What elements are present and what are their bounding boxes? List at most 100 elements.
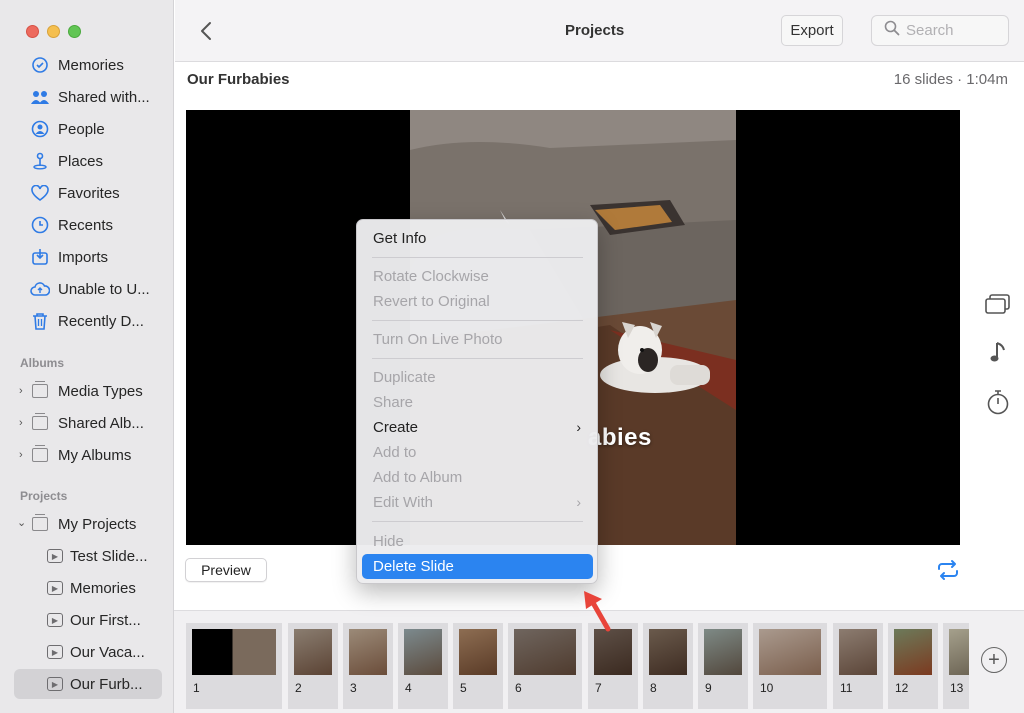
trash-icon bbox=[30, 311, 50, 331]
slide-number: 4 bbox=[405, 681, 412, 695]
sidebar-item-favorites[interactable]: Favorites bbox=[14, 178, 162, 208]
sidebar-item-label: Test Slide... bbox=[70, 547, 148, 565]
sidebar-item-recents[interactable]: Recents bbox=[14, 210, 162, 240]
sidebar-item-label: Our Furb... bbox=[70, 675, 143, 693]
sidebar: Memories Shared with... People Places Fa… bbox=[0, 0, 174, 713]
sidebar-item-unable-to-upload[interactable]: Unable to U... bbox=[14, 274, 162, 304]
chevron-right-icon[interactable]: › bbox=[19, 417, 23, 429]
slide-thumbnail[interactable]: 10 bbox=[753, 623, 827, 709]
sidebar-item-shared-albums[interactable]: › Shared Alb... bbox=[14, 408, 162, 438]
sidebar-item-label: Recents bbox=[58, 216, 114, 234]
menu-item-label: Share bbox=[373, 394, 414, 411]
slide-thumbnail[interactable]: 3 bbox=[343, 623, 393, 709]
preview-button[interactable]: Preview bbox=[185, 558, 267, 582]
zoom-window-button[interactable] bbox=[68, 25, 81, 38]
sidebar-item-my-projects[interactable]: ⌄ My Projects bbox=[14, 509, 162, 539]
music-button[interactable] bbox=[984, 339, 1012, 367]
menu-item-create[interactable]: Create › bbox=[362, 415, 593, 440]
menu-item-share[interactable]: Share bbox=[362, 390, 593, 415]
menu-item-hide[interactable]: Hide bbox=[362, 529, 593, 554]
chevron-right-icon[interactable]: › bbox=[19, 385, 23, 397]
stopwatch-icon bbox=[987, 390, 1009, 415]
slide-thumbnail[interactable]: 5 bbox=[453, 623, 503, 709]
slide-number: 13 bbox=[950, 681, 964, 695]
plus-icon: + bbox=[988, 649, 1000, 671]
slide-thumbnail[interactable]: 8 bbox=[643, 623, 693, 709]
slide-thumbnail[interactable]: 11 bbox=[833, 623, 883, 709]
slide-number: 5 bbox=[460, 681, 467, 695]
menu-separator bbox=[372, 358, 583, 359]
sidebar-item-media-types[interactable]: › Media Types bbox=[14, 376, 162, 406]
duration-button[interactable] bbox=[984, 388, 1012, 416]
sidebar-item-recently-deleted[interactable]: Recently D... bbox=[14, 306, 162, 336]
menu-separator bbox=[372, 521, 583, 522]
menu-item-delete-slide[interactable]: Delete Slide bbox=[362, 554, 593, 579]
menu-item-add-to[interactable]: Add to bbox=[362, 440, 593, 465]
slide-number: 8 bbox=[650, 681, 657, 695]
sidebar-item-places[interactable]: Places bbox=[14, 146, 162, 176]
menu-item-revert-to-original[interactable]: Revert to Original bbox=[362, 289, 593, 314]
sidebar-item-shared-with-you[interactable]: Shared with... bbox=[14, 82, 162, 112]
sidebar-item-imports[interactable]: Imports bbox=[14, 242, 162, 272]
shared-with-you-icon bbox=[30, 87, 50, 107]
menu-separator bbox=[372, 320, 583, 321]
slide-thumbnail[interactable]: 13 bbox=[943, 623, 969, 709]
sidebar-item-project-selected[interactable]: ▶ Our Furb... bbox=[14, 669, 162, 699]
project-folder-icon bbox=[30, 514, 50, 534]
sidebar-item-my-albums[interactable]: › My Albums bbox=[14, 440, 162, 470]
sidebar-item-project[interactable]: ▶ Our First... bbox=[14, 605, 162, 635]
themes-icon bbox=[985, 294, 1010, 314]
menu-item-duplicate[interactable]: Duplicate bbox=[362, 365, 593, 390]
menu-item-label: Rotate Clockwise bbox=[373, 268, 489, 285]
sidebar-item-project[interactable]: ▶ Test Slide... bbox=[14, 541, 162, 571]
chevron-right-icon: › bbox=[576, 494, 581, 510]
slide-thumbnail[interactable]: 6 bbox=[508, 623, 582, 709]
menu-item-get-info[interactable]: Get Info bbox=[362, 226, 593, 251]
menu-item-turn-on-live-photo[interactable]: Turn On Live Photo bbox=[362, 327, 593, 352]
places-icon bbox=[30, 151, 50, 171]
slide-thumbnail[interactable]: 2 bbox=[288, 623, 338, 709]
slide-thumbnail[interactable]: 12 bbox=[888, 623, 938, 709]
sidebar-item-label: Places bbox=[58, 152, 104, 170]
sidebar-item-label: Recently D... bbox=[58, 312, 144, 330]
chevron-down-icon[interactable]: ⌄ bbox=[17, 516, 26, 529]
slide-thumbnail[interactable]: 1 bbox=[186, 623, 282, 709]
add-slide-button[interactable]: + bbox=[981, 647, 1007, 673]
context-menu: Get Info Rotate Clockwise Revert to Orig… bbox=[356, 219, 598, 584]
search-input[interactable] bbox=[906, 22, 1006, 39]
chevron-right-icon[interactable]: › bbox=[19, 449, 23, 461]
menu-item-add-to-album[interactable]: Add to Album bbox=[362, 465, 593, 490]
sidebar-item-memories[interactable]: Memories bbox=[14, 50, 162, 80]
menu-item-label: Get Info bbox=[373, 230, 427, 247]
sidebar-item-label: Shared with... bbox=[58, 88, 150, 106]
sidebar-item-people[interactable]: People bbox=[14, 114, 162, 144]
minimize-window-button[interactable] bbox=[47, 25, 60, 38]
loop-toggle-button[interactable] bbox=[934, 556, 962, 584]
people-icon bbox=[30, 119, 50, 139]
sidebar-item-label: Media Types bbox=[58, 382, 143, 400]
menu-item-rotate-clockwise[interactable]: Rotate Clockwise bbox=[362, 264, 593, 289]
slideshow-icon: ▶ bbox=[45, 642, 65, 662]
slide-number: 11 bbox=[840, 681, 853, 695]
themes-button[interactable] bbox=[984, 290, 1012, 318]
menu-item-edit-with[interactable]: Edit With › bbox=[362, 490, 593, 515]
albums-section-header: Albums bbox=[20, 356, 65, 370]
export-button[interactable]: Export bbox=[781, 15, 843, 46]
menu-separator bbox=[372, 257, 583, 258]
close-window-button[interactable] bbox=[26, 25, 39, 38]
sidebar-item-project[interactable]: ▶ Our Vaca... bbox=[14, 637, 162, 667]
slide-thumbnail[interactable]: 9 bbox=[698, 623, 748, 709]
search-field[interactable] bbox=[871, 15, 1009, 46]
menu-item-label: Delete Slide bbox=[373, 558, 454, 575]
import-icon bbox=[30, 247, 50, 267]
slide-number: 6 bbox=[515, 681, 522, 695]
chevron-right-icon: › bbox=[576, 419, 581, 435]
slide-thumbnail[interactable]: 4 bbox=[398, 623, 448, 709]
slide-number: 10 bbox=[760, 681, 774, 695]
music-note-icon bbox=[990, 342, 1005, 362]
slide-thumbnail[interactable]: 7 bbox=[588, 623, 638, 709]
back-button[interactable] bbox=[195, 18, 217, 44]
sidebar-item-label: Favorites bbox=[58, 184, 120, 202]
slide-number: 9 bbox=[705, 681, 712, 695]
sidebar-item-project[interactable]: ▶ Memories bbox=[14, 573, 162, 603]
